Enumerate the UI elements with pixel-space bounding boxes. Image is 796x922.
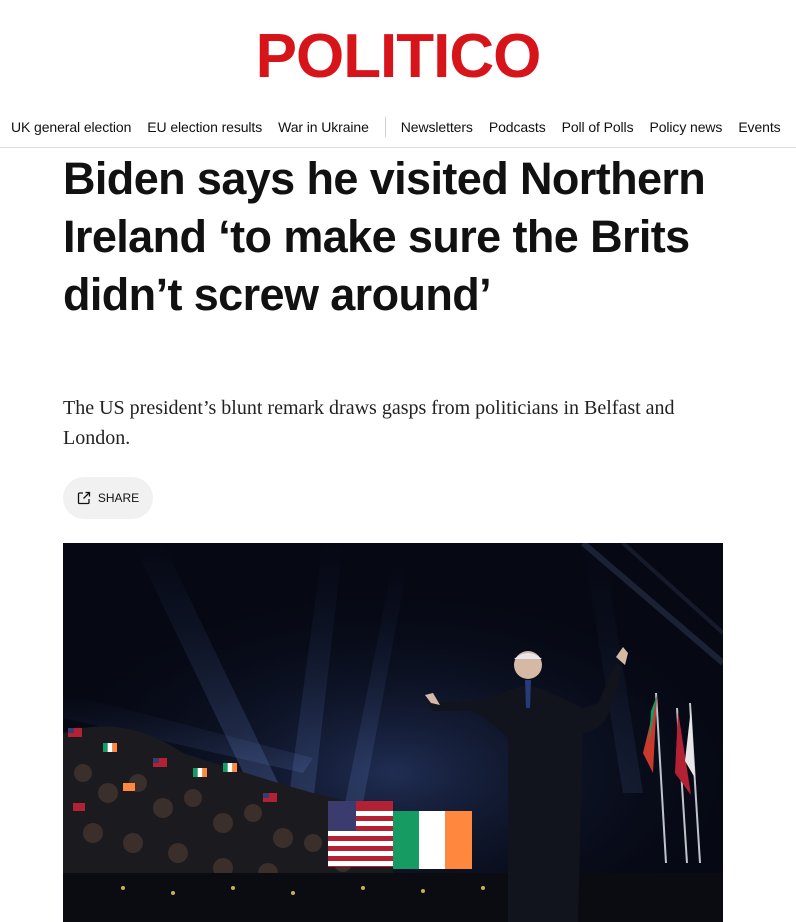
nav-eu-election-results[interactable]: EU election results bbox=[147, 119, 262, 135]
nav-newsletters[interactable]: Newsletters bbox=[401, 119, 473, 135]
nav-uk-general-election[interactable]: UK general election bbox=[11, 119, 131, 135]
politico-logo[interactable]: POLITICO bbox=[256, 26, 542, 88]
article-headline: Biden says he visited Northern Ireland ‘… bbox=[63, 153, 706, 320]
site-header: POLITICO bbox=[0, 26, 796, 88]
nav-list: UK general election EU election results … bbox=[11, 117, 796, 137]
nav-poll-of-polls[interactable]: Poll of Polls bbox=[562, 119, 634, 135]
external-share-icon bbox=[77, 491, 90, 505]
share-button[interactable]: SHARE bbox=[63, 477, 153, 519]
rally-photo bbox=[63, 543, 723, 922]
nav-divider bbox=[384, 117, 386, 137]
nav-podcasts[interactable]: Podcasts bbox=[489, 119, 546, 135]
top-navigation: UK general election EU election results … bbox=[0, 104, 796, 148]
nav-policy-news[interactable]: Policy news bbox=[649, 119, 722, 135]
article-hero-image bbox=[63, 543, 723, 922]
nav-war-in-ukraine[interactable]: War in Ukraine bbox=[278, 119, 369, 135]
nav-events[interactable]: Events bbox=[738, 119, 780, 135]
article-dek: The US president’s blunt remark draws ga… bbox=[63, 397, 675, 449]
share-label: SHARE bbox=[97, 491, 140, 505]
